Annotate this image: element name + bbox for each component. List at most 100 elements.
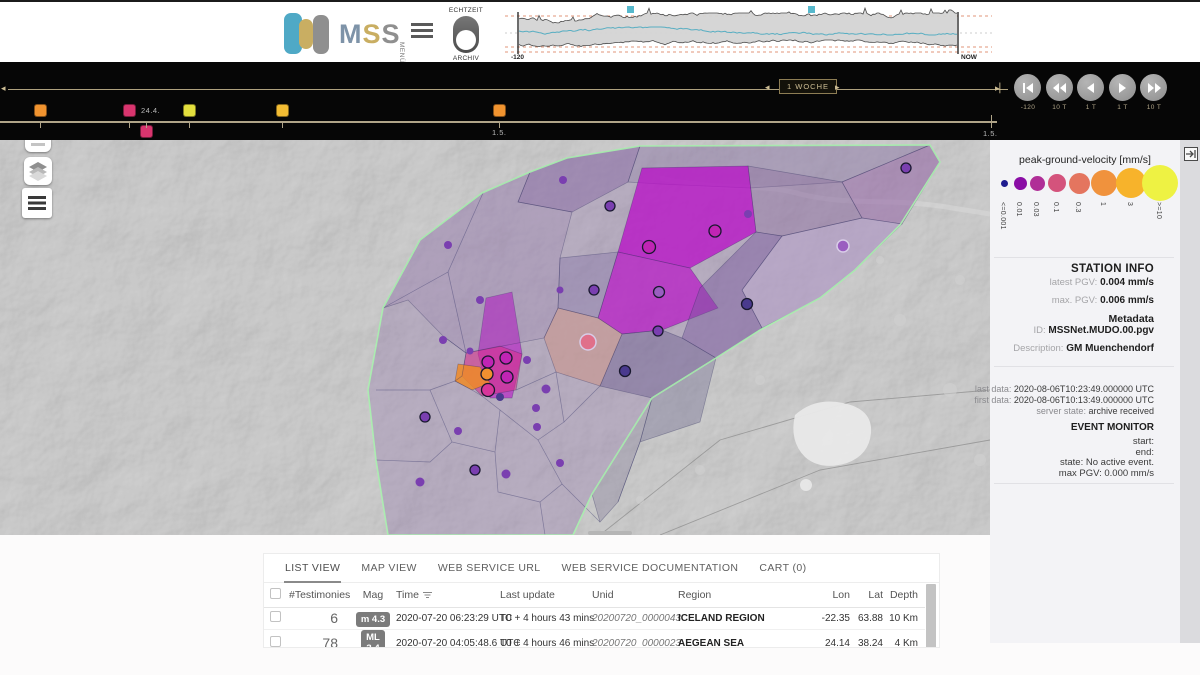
timeline-right-cap: ▸▏ — [995, 83, 1006, 94]
event-monitor-row: start: — [1133, 436, 1154, 447]
station-marker[interactable] — [482, 356, 494, 368]
timeline-tick — [189, 121, 190, 128]
menu-label: MENÜ — [398, 42, 405, 63]
latest-pgv: latest PGV: 0.004 mm/s — [1050, 277, 1154, 288]
timeline-left-cap: ◂ — [1, 83, 6, 94]
table-body: 6m 4.32020-07-20 06:23:29 UTCT0 + 4 hour… — [264, 607, 925, 648]
timeline-tick — [129, 121, 130, 128]
timeline-event-marker[interactable] — [493, 104, 506, 117]
timeline-bar[interactable]: ◂ ▸▏ ◂ 1 WOCHE ▸ -12010 T1 T1 T10 T 24.4… — [0, 62, 1200, 140]
legend-dot — [1001, 180, 1008, 187]
station-marker[interactable] — [416, 478, 425, 487]
timeline-event-marker[interactable] — [123, 104, 136, 117]
control-label: 1 T — [1077, 104, 1105, 111]
realtime-waveform[interactable]: -120 NOW — [505, 4, 997, 62]
station-marker[interactable] — [605, 201, 615, 211]
station-marker[interactable] — [454, 427, 462, 435]
tab-map-view[interactable]: MAP VIEW — [360, 554, 418, 582]
timeline-control-skipstart[interactable]: -120 — [1014, 74, 1042, 111]
station-marker[interactable] — [643, 241, 656, 254]
station-marker[interactable] — [502, 470, 511, 479]
station-marker[interactable] — [901, 163, 911, 173]
timeline-tick — [499, 121, 500, 128]
tab-list-view[interactable]: LIST VIEW — [284, 554, 341, 582]
max-pgv: max. PGV: 0.006 mm/s — [1052, 295, 1154, 306]
event-monitor-row: state: No active event. — [1060, 457, 1154, 468]
station-info-title: STATION INFO — [1071, 263, 1154, 275]
row-checkbox[interactable] — [270, 611, 281, 622]
table-row[interactable]: 6m 4.32020-07-20 06:23:29 UTCT0 + 4 hour… — [264, 607, 925, 630]
station-marker[interactable] — [501, 371, 513, 383]
last-update: T0 + 4 hours 43 mins — [500, 613, 592, 624]
timeline-event-marker[interactable] — [34, 104, 47, 117]
station-marker[interactable] — [542, 385, 551, 394]
station-marker[interactable] — [420, 412, 430, 422]
map-menu-icon[interactable] — [22, 188, 52, 218]
station-marker[interactable] — [709, 225, 721, 237]
timeline-control-forward[interactable]: 10 T — [1140, 74, 1168, 111]
realtime-archive-toggle[interactable]: ECHTZEIT ARCHIV — [443, 7, 489, 62]
legend-label: 0.1 — [1052, 202, 1059, 213]
menu-icon[interactable] — [411, 23, 433, 40]
toggle-knob[interactable] — [456, 30, 476, 50]
station-marker[interactable] — [556, 459, 564, 467]
station-marker[interactable] — [439, 336, 447, 344]
toggle-top-label: ECHTZEIT — [443, 7, 489, 14]
station-marker[interactable] — [481, 368, 493, 380]
station-marker[interactable] — [557, 287, 564, 294]
last-data: last data: 2020-08-06T10:23:49.000000 UT… — [975, 384, 1154, 394]
station-marker[interactable] — [467, 348, 474, 355]
timeline-control-play[interactable]: 1 T — [1109, 74, 1137, 111]
timeline-date-label: 24.4. — [141, 106, 160, 115]
tab-web-service-url[interactable]: WEB SERVICE URL — [437, 554, 542, 582]
station-marker[interactable] — [580, 334, 596, 350]
range-shrink-arrow[interactable]: ◂ — [765, 82, 770, 93]
event-unid: 20200720_0000043 — [592, 613, 678, 624]
tab-cart-0-[interactable]: CART (0) — [758, 554, 807, 582]
timeline-control-stepback[interactable]: 1 T — [1077, 74, 1105, 111]
control-label: 10 T — [1140, 104, 1168, 111]
station-marker[interactable] — [476, 296, 484, 304]
toggle-pill[interactable] — [453, 16, 479, 53]
range-grow-arrow[interactable]: ▸ — [835, 82, 840, 93]
range-label[interactable]: 1 WOCHE — [779, 79, 837, 94]
station-marker[interactable] — [532, 404, 540, 412]
timeline-event-marker[interactable] — [276, 104, 289, 117]
table-scrollbar[interactable] — [926, 584, 936, 648]
select-all-checkbox[interactable] — [270, 588, 281, 599]
station-marker[interactable] — [444, 241, 452, 249]
timeline-event-marker[interactable] — [183, 104, 196, 117]
collapse-panel-icon[interactable] — [1184, 147, 1198, 161]
legend-label: >=10 — [1155, 202, 1162, 219]
sort-filter-icon[interactable] — [423, 591, 432, 599]
timeline-control-rewind[interactable]: 10 T — [1046, 74, 1074, 111]
map-tool-button-top[interactable] — [25, 140, 51, 152]
timeline-date-label: 1.5. — [492, 128, 507, 137]
station-marker[interactable] — [482, 384, 495, 397]
station-marker[interactable] — [654, 287, 665, 298]
station-marker[interactable] — [589, 285, 599, 295]
station-marker[interactable] — [496, 393, 504, 401]
station-marker[interactable] — [620, 366, 631, 377]
station-marker[interactable] — [742, 299, 753, 310]
station-marker[interactable] — [533, 423, 541, 431]
station-marker[interactable] — [837, 240, 849, 252]
map-view[interactable] — [0, 140, 990, 535]
station-marker[interactable] — [744, 210, 752, 218]
station-marker[interactable] — [523, 356, 531, 364]
tab-web-service-documentation[interactable]: WEB SERVICE DOCUMENTATION — [561, 554, 740, 582]
station-marker[interactable] — [559, 176, 567, 184]
station-marker[interactable] — [470, 465, 480, 475]
map-bottom-handle[interactable] — [588, 531, 632, 535]
event-time: 2020-07-20 06:23:29 UTC — [396, 613, 500, 624]
station-marker[interactable] — [500, 352, 512, 364]
timeline-tick — [991, 115, 992, 128]
station-marker[interactable] — [653, 326, 663, 336]
info-sidebar: peak-ground-velocity [mm/s] <=0.0010.010… — [990, 140, 1180, 643]
sidebar-scroll-track[interactable] — [1180, 140, 1200, 643]
table-row[interactable]: 78ML3.42020-07-20 04:05:48.6 UTCT0 + 4 h… — [264, 630, 925, 648]
column-header[interactable]: Time — [396, 589, 500, 601]
layers-icon[interactable] — [24, 157, 52, 185]
event-monitor-row: end: — [1136, 447, 1155, 458]
row-checkbox[interactable] — [270, 636, 281, 647]
